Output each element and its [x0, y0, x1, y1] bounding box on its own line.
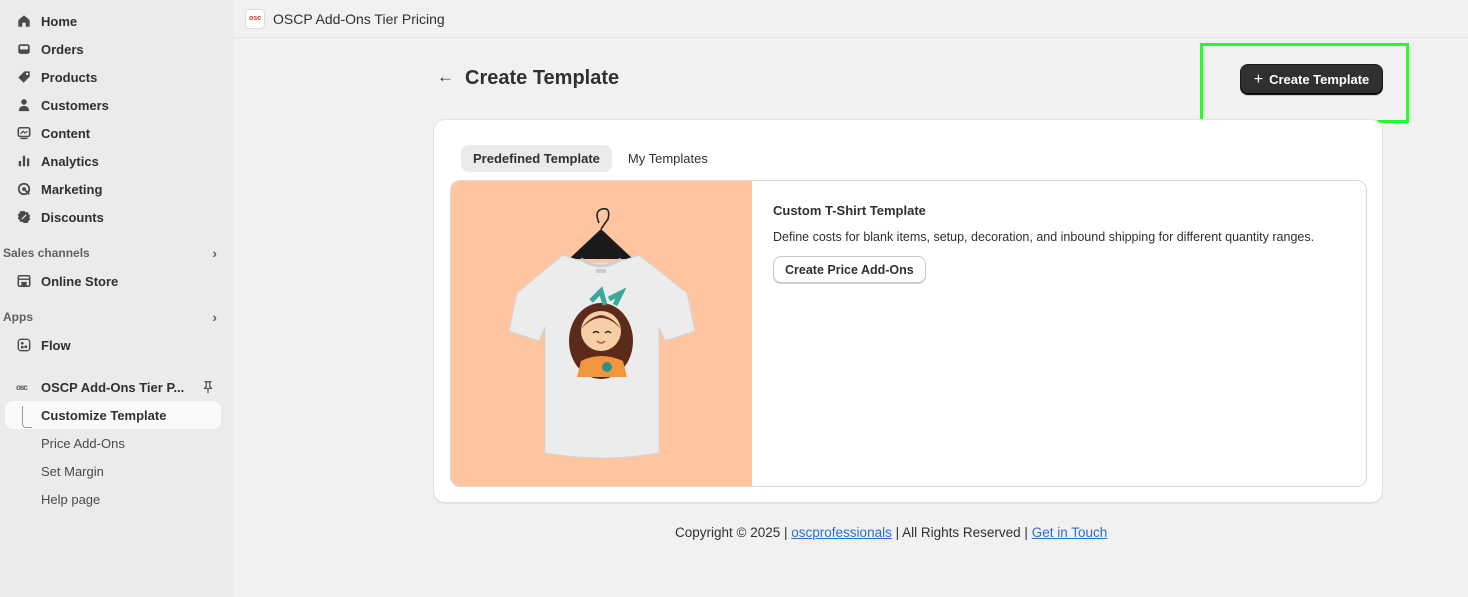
app-title: OSCP Add-Ons Tier Pricing	[273, 10, 445, 27]
app-topbar: osc OSCP Add-Ons Tier Pricing	[233, 0, 1468, 38]
chevron-right-icon: ›	[212, 245, 217, 261]
rights-text: | All Rights Reserved |	[895, 525, 1028, 540]
sidebar-item-label: Customers	[41, 97, 109, 113]
create-template-label: Create Template	[1269, 72, 1370, 87]
marketing-icon	[16, 181, 32, 197]
sidebar-subitem-price-add-ons[interactable]: Price Add-Ons	[0, 429, 233, 457]
sidebar: Home Orders Products Customers Content A…	[0, 0, 233, 597]
template-details: Custom T-Shirt Template Define costs for…	[773, 203, 1314, 283]
apps-label: Apps	[3, 310, 33, 324]
sales-channels-header[interactable]: Sales channels ›	[0, 239, 233, 267]
sidebar-item-label: Products	[41, 69, 98, 85]
sidebar-item-label: Orders	[41, 41, 84, 57]
sub-item-label: Help page	[41, 491, 101, 507]
pin-icon[interactable]	[201, 380, 215, 394]
sidebar-item-label: Marketing	[41, 181, 103, 197]
app-name: OSCP Add-Ons Tier P...	[41, 379, 185, 395]
template-title: Custom T-Shirt Template	[773, 203, 926, 218]
sidebar-item-content[interactable]: Content	[0, 119, 233, 147]
sub-nav-connector	[22, 406, 32, 428]
template-item: Custom T-Shirt Template Define costs for…	[450, 180, 1367, 487]
sidebar-item-label: Online Store	[41, 273, 119, 289]
app-logo-icon: osc	[16, 382, 28, 392]
sidebar-item-label: Content	[41, 125, 91, 141]
sub-item-label: Price Add-Ons	[41, 435, 125, 451]
sidebar-item-online-store[interactable]: Online Store	[0, 267, 233, 295]
templates-card: Predefined Template My Templates Custom …	[433, 119, 1383, 503]
sidebar-item-label: Discounts	[41, 209, 104, 225]
tshirt-template-image	[451, 181, 752, 486]
tag-icon	[16, 69, 32, 85]
store-icon	[16, 273, 32, 289]
get-in-touch-link[interactable]: Get in Touch	[1032, 525, 1108, 540]
sidebar-item-customers[interactable]: Customers	[0, 91, 233, 119]
bar-chart-icon	[16, 153, 32, 169]
sidebar-item-label: Flow	[41, 337, 71, 353]
apps-header[interactable]: Apps ›	[0, 303, 233, 331]
sidebar-item-analytics[interactable]: Analytics	[0, 147, 233, 175]
sidebar-app-oscp[interactable]: osc OSCP Add-Ons Tier P...	[0, 373, 233, 401]
chevron-right-icon: ›	[212, 309, 217, 325]
sidebar-item-label: Home	[41, 13, 78, 29]
copyright-text: Copyright © 2025 |	[675, 525, 788, 540]
arrow-left-icon[interactable]: ←	[437, 67, 454, 87]
home-icon	[16, 13, 32, 29]
sidebar-item-home[interactable]: Home	[0, 7, 233, 35]
sidebar-item-discounts[interactable]: Discounts	[0, 203, 233, 231]
create-price-add-ons-button[interactable]: Create Price Add-Ons	[773, 256, 926, 283]
sub-item-label: Customize Template	[41, 407, 167, 423]
sidebar-subitem-help-page[interactable]: Help page	[0, 485, 233, 513]
template-tabs: Predefined Template My Templates	[461, 145, 720, 172]
sidebar-item-flow[interactable]: Flow	[0, 331, 233, 359]
oscprofessionals-link[interactable]: oscprofessionals	[791, 525, 892, 540]
tshirt-illustration	[508, 207, 696, 459]
page-title: Create Template	[465, 67, 620, 89]
sidebar-item-marketing[interactable]: Marketing	[0, 175, 233, 203]
person-icon	[16, 97, 32, 113]
app-logo-icon: osc	[245, 8, 265, 29]
tab-predefined-template[interactable]: Predefined Template	[461, 145, 612, 172]
create-template-button[interactable]: + Create Template	[1240, 64, 1383, 95]
sidebar-subitem-set-margin[interactable]: Set Margin	[0, 457, 233, 485]
content-icon	[16, 125, 32, 141]
sidebar-item-products[interactable]: Products	[0, 63, 233, 91]
orders-icon	[16, 41, 32, 57]
tab-my-templates[interactable]: My Templates	[616, 145, 720, 172]
sub-item-label: Set Margin	[41, 463, 104, 479]
template-description: Define costs for blank items, setup, dec…	[773, 230, 1315, 244]
flow-icon	[16, 337, 32, 353]
sidebar-item-label: Analytics	[41, 153, 99, 169]
plus-icon: +	[1253, 70, 1264, 88]
sales-channels-label: Sales channels	[3, 246, 90, 260]
sidebar-subitem-customize-template[interactable]: Customize Template	[5, 401, 221, 429]
page-footer: Copyright © 2025 | oscprofessionals | Al…	[675, 525, 1107, 540]
discount-icon	[16, 209, 32, 225]
sidebar-item-orders[interactable]: Orders	[0, 35, 233, 63]
